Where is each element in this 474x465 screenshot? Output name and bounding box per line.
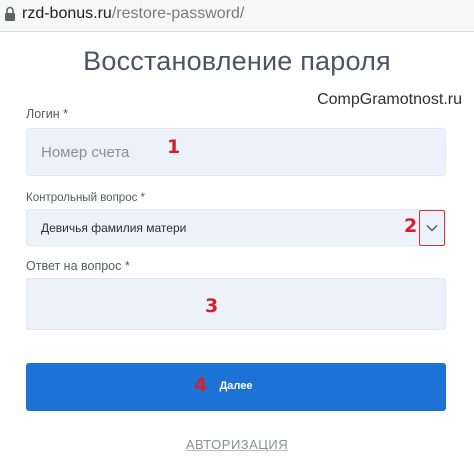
browser-address-bar[interactable]: rzd-bonus.ru/restore-password/ (0, 0, 474, 32)
login-label: Логин * (26, 107, 68, 121)
security-question-value: Девичья фамилия матери (41, 221, 187, 235)
answer-field[interactable] (26, 278, 446, 330)
authorization-link-container: АВТОРИЗАЦИЯ (0, 437, 474, 452)
answer-label: Ответ на вопрос * (26, 259, 130, 273)
url-path: /restore-password/ (111, 5, 245, 22)
watermark: CompGramotnost.ru (317, 91, 462, 108)
dropdown-button[interactable] (419, 210, 445, 246)
annotation-4: 4 (194, 374, 208, 396)
next-button-label: Далее (219, 380, 253, 392)
login-placeholder: Номер счета (41, 144, 130, 161)
annotation-3: 3 (205, 295, 219, 317)
next-button[interactable]: Далее (26, 363, 446, 411)
security-question-select[interactable]: Девичья фамилия матери (26, 209, 446, 246)
annotation-1: 1 (167, 136, 181, 158)
lock-icon (5, 6, 15, 21)
url-host: rzd-bonus.ru (22, 5, 112, 22)
url-text[interactable]: rzd-bonus.ru/restore-password/ (22, 5, 244, 23)
annotation-2: 2 (404, 215, 418, 237)
chevron-down-icon (426, 225, 438, 232)
login-field[interactable]: Номер счета (26, 128, 446, 176)
authorization-link[interactable]: АВТОРИЗАЦИЯ (186, 437, 288, 452)
page-title: Восстановление пароля (83, 46, 391, 76)
security-question-label: Контрольный вопрос * (26, 192, 146, 204)
